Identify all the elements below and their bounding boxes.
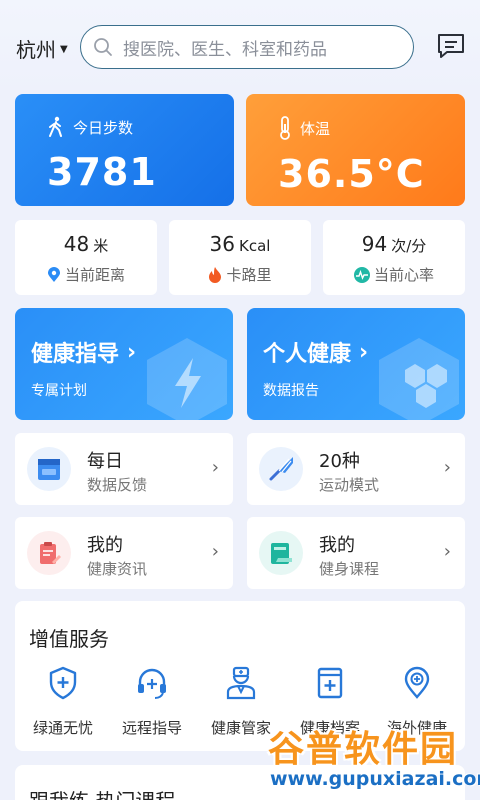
watermark: 谷普软件园 www.gupuxiazai.com — [262, 720, 480, 800]
book-icon — [259, 531, 303, 575]
watermark-url: www.gupuxiazai.com — [270, 768, 480, 790]
service-label: 远程指导 — [121, 719, 182, 737]
distance-unit: 米 — [93, 237, 109, 255]
shield-plus-icon — [49, 666, 77, 700]
city-name: 杭州 — [16, 38, 56, 62]
fitness-courses-subtitle: 健身课程 — [319, 560, 380, 578]
calorie-unit: Kcal — [239, 237, 271, 255]
steps-value: 3781 — [47, 150, 157, 194]
sport-modes-tile[interactable]: 20种 运动模式 › — [247, 433, 465, 505]
headset-icon — [138, 668, 166, 699]
temperature-card[interactable]: 体温 36.5°C — [246, 94, 465, 206]
steps-card[interactable]: 今日步数 3781 — [15, 94, 234, 206]
daily-subtitle: 数据反馈 — [87, 476, 148, 494]
steps-label: 今日步数 — [73, 118, 134, 137]
calorie-label: 卡路里 — [226, 266, 272, 284]
calorie-stat[interactable]: 36 Kcal 卡路里 — [169, 220, 311, 295]
distance-stat[interactable]: 48 米 当前距离 — [15, 220, 157, 295]
health-news-tile[interactable]: 我的 健康资讯 › — [15, 517, 233, 589]
daily-title: 每日 — [87, 451, 123, 472]
health-guidance-card[interactable]: 健康指导 › 专属计划 — [15, 308, 233, 420]
chevron-right-icon: › — [211, 457, 219, 478]
chevron-right-icon: › — [211, 541, 219, 562]
heart-rate-unit: 次/分 — [391, 237, 427, 255]
chevron-right-icon: › — [127, 339, 137, 365]
personal-health-card[interactable]: 个人健康 › 数据报告 — [247, 308, 465, 420]
heart-rate-label: 当前心率 — [373, 266, 434, 284]
fitness-courses-tile[interactable]: 我的 健身课程 › — [247, 517, 465, 589]
watermark-text: 谷普软件园 — [268, 729, 459, 770]
walking-icon — [49, 116, 62, 137]
services-title: 增值服务 — [29, 627, 109, 651]
health-guidance-title: 健康指导 — [31, 342, 120, 367]
heart-rate-value: 94 — [361, 232, 388, 256]
service-label: 绿通无忧 — [32, 719, 93, 737]
calendar-icon — [27, 447, 71, 491]
health-news-subtitle: 健康资讯 — [87, 560, 148, 578]
chevron-right-icon: › — [443, 541, 451, 562]
caret-down-icon: ▼ — [60, 44, 68, 55]
heart-rate-icon — [353, 266, 370, 283]
temperature-label: 体温 — [300, 119, 331, 138]
doctor-icon — [226, 666, 256, 700]
message-icon[interactable] — [436, 32, 466, 60]
location-pin-icon — [47, 266, 60, 282]
search-icon — [94, 38, 112, 56]
fitness-courses-title: 我的 — [319, 535, 355, 556]
popular-courses-title: 跟我练 热门课程 — [29, 785, 175, 800]
sport-modes-title: 20种 — [319, 451, 360, 472]
lightning-hexagon-icon — [147, 338, 227, 420]
distance-label: 当前距离 — [64, 266, 125, 284]
temperature-value: 36.5°C — [278, 152, 425, 196]
shuttlecock-icon — [259, 447, 303, 491]
search-bar[interactable]: 搜医院、医生、科室和药品 — [80, 25, 414, 69]
service-green-channel[interactable]: 绿通无忧 — [18, 663, 108, 738]
search-placeholder: 搜医院、医生、科室和药品 — [123, 39, 327, 60]
thermometer-icon — [280, 116, 290, 140]
location-plus-icon — [404, 666, 430, 699]
daily-feedback-tile[interactable]: 每日 数据反馈 › — [15, 433, 233, 505]
health-record-icon — [317, 667, 343, 699]
service-remote-guidance[interactable]: 远程指导 — [107, 663, 197, 738]
honeycomb-icon — [379, 338, 459, 420]
distance-value: 48 — [63, 232, 90, 256]
chevron-right-icon: › — [443, 457, 451, 478]
city-selector[interactable]: 杭州 ▼ — [16, 34, 68, 63]
personal-health-title: 个人健康 — [263, 342, 352, 367]
document-edit-icon — [27, 531, 71, 575]
chevron-right-icon: › — [359, 339, 369, 365]
calorie-value: 36 — [209, 232, 235, 256]
health-news-title: 我的 — [87, 535, 123, 556]
heart-rate-stat[interactable]: 94 次/分 当前心率 — [323, 220, 465, 295]
flame-icon — [209, 267, 222, 283]
sport-modes-subtitle: 运动模式 — [319, 476, 380, 494]
